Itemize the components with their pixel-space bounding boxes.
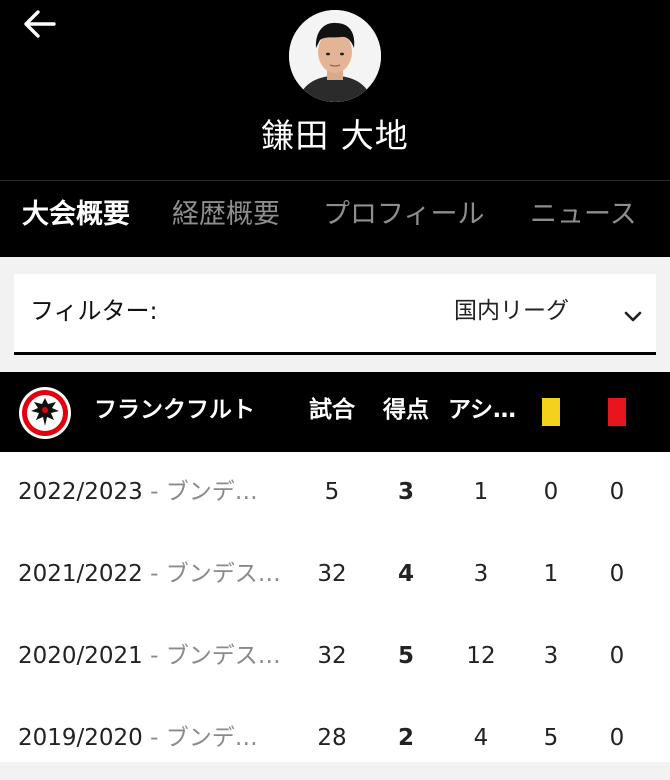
matches-cell: 32 xyxy=(317,561,347,587)
yellow-cards-cell: 3 xyxy=(543,643,559,669)
matches-cell: 28 xyxy=(317,725,347,751)
red-cards-cell: 0 xyxy=(609,643,625,669)
red-card-icon xyxy=(608,398,626,426)
chevron-down-icon xyxy=(624,311,642,322)
red-cards-cell: 0 xyxy=(609,725,625,751)
season-year: 2020/2021 xyxy=(18,643,143,669)
assists-cell: 1 xyxy=(473,479,489,505)
filter-dropdown[interactable]: フィルター: 国内リーグ xyxy=(14,274,656,355)
yellow-cards-cell: 5 xyxy=(543,725,559,751)
season-cell: 2022/2023 - ブンデ… xyxy=(18,479,258,505)
competition-name: ブンデス… xyxy=(165,643,281,669)
goals-cell: 3 xyxy=(397,479,414,505)
competition-name: ブンデ… xyxy=(165,479,258,505)
competition-name: ブンデ… xyxy=(165,725,258,751)
competition-name: ブンデス… xyxy=(165,561,281,587)
assists-cell: 4 xyxy=(473,725,489,751)
arrow-left-icon[interactable] xyxy=(22,6,62,42)
goals-cell: 4 xyxy=(397,561,414,587)
player-header: 鎌田 大地 xyxy=(0,0,670,180)
season-cell: 2021/2022 - ブンデス… xyxy=(18,561,281,587)
season-year: 2019/2020 xyxy=(18,725,143,751)
column-header-assists: アシ… xyxy=(447,397,517,423)
yellow-cards-cell: 1 xyxy=(543,561,559,587)
assists-cell: 3 xyxy=(473,561,489,587)
filter-selected-value: 国内リーグ xyxy=(454,298,569,324)
avatar xyxy=(289,10,381,102)
matches-cell: 5 xyxy=(324,479,340,505)
table-row[interactable]: 2019/2020 - ブンデ… 28 2 4 5 0 xyxy=(0,698,670,780)
assists-cell: 12 xyxy=(466,643,496,669)
column-header-matches: 試合 xyxy=(309,397,355,423)
stats-table-header: フランクフルト 試合 得点 アシ… xyxy=(0,372,670,452)
tab-career-summary[interactable]: 経歴概要 xyxy=(172,195,280,235)
stats-table-body: 2022/2023 - ブンデ… 5 3 1 0 0 2021/2022 - ブ… xyxy=(0,452,670,762)
filter-label: フィルター: xyxy=(30,297,158,325)
tab-news[interactable]: ニュース xyxy=(530,195,637,235)
table-row[interactable]: 2020/2021 - ブンデス… 32 5 12 3 0 xyxy=(0,616,670,698)
yellow-cards-cell: 0 xyxy=(543,479,559,505)
table-row[interactable]: 2022/2023 - ブンデ… 5 3 1 0 0 xyxy=(0,452,670,534)
matches-cell: 32 xyxy=(317,643,347,669)
tab-competition-summary[interactable]: 大会概要 xyxy=(22,195,130,235)
player-name: 鎌田 大地 xyxy=(261,116,409,155)
tab-profile[interactable]: プロフィール xyxy=(323,195,484,235)
table-row[interactable]: 2021/2022 - ブンデス… 32 4 3 1 0 xyxy=(0,534,670,616)
goals-cell: 5 xyxy=(397,643,414,669)
red-cards-cell: 0 xyxy=(609,561,625,587)
goals-cell: 2 xyxy=(397,725,414,751)
season-cell: 2019/2020 - ブンデ… xyxy=(18,725,258,751)
team-name: フランクフルト xyxy=(94,397,255,423)
eagle-crest-icon xyxy=(19,387,71,439)
column-header-goals: 得点 xyxy=(383,397,429,423)
yellow-card-icon xyxy=(542,398,560,426)
red-cards-cell: 0 xyxy=(609,479,625,505)
season-cell: 2020/2021 - ブンデス… xyxy=(18,643,281,669)
season-year: 2022/2023 xyxy=(18,479,143,505)
season-year: 2021/2022 xyxy=(18,561,143,587)
tab-bar: 大会概要 経歴概要 プロフィール ニュース xyxy=(0,180,670,257)
